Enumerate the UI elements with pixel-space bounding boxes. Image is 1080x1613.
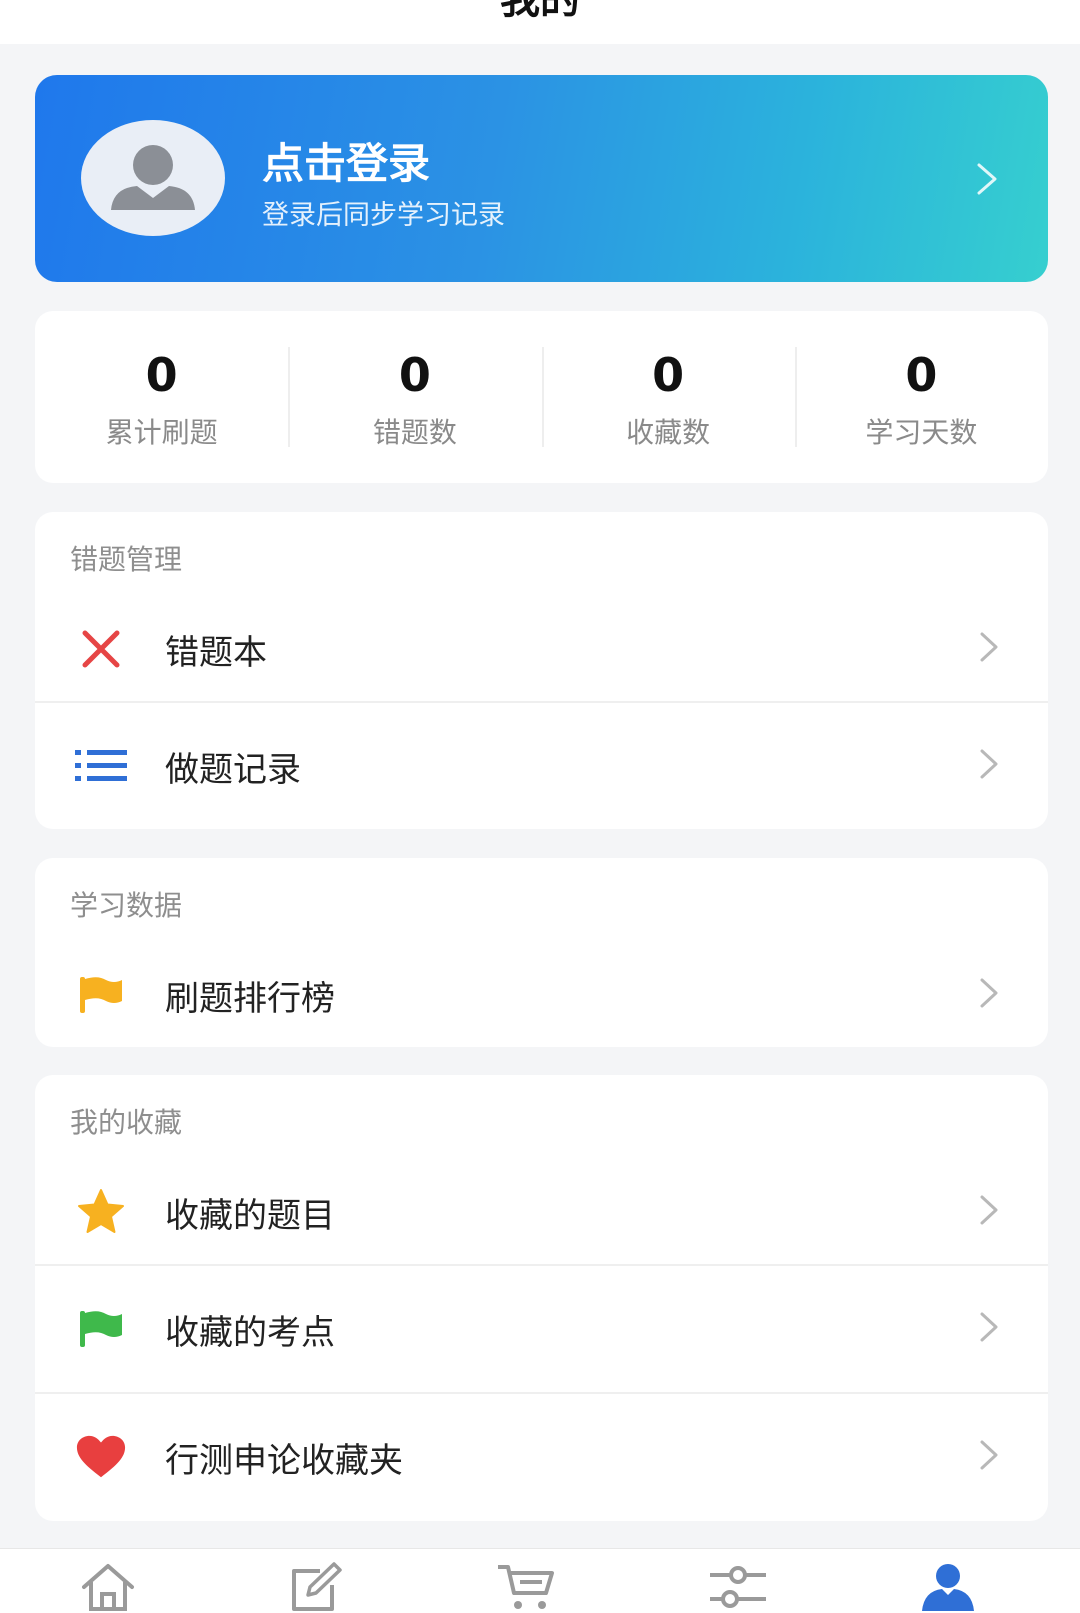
chevron-right-icon [978,748,1000,784]
menu-item-essay-favorites[interactable]: 行测申论收藏夹 [35,1392,1048,1520]
menu-item-label: 刷题排行榜 [165,978,335,1019]
chevron-right-icon [974,161,1000,201]
tab-practice[interactable] [284,1561,344,1613]
avatar [81,120,225,236]
stat-study-days[interactable]: 0 学习天数 [794,311,1048,483]
home-icon [82,1564,134,1611]
stat-value: 0 [398,348,431,402]
section-title: 我的收藏 [70,1106,183,1139]
heart-icon [75,1431,127,1483]
tab-shop[interactable] [496,1561,556,1613]
stat-label: 累计刷题 [105,416,218,449]
tab-tools[interactable] [708,1561,768,1613]
stat-value: 0 [145,348,178,402]
stats-panel: 0 累计刷题 0 错题数 0 收藏数 0 学习天数 [35,311,1048,483]
stat-label: 学习天数 [865,416,978,449]
stat-value: 0 [652,348,685,402]
avatar-user-icon [111,145,195,210]
edit-icon [292,1562,342,1611]
section-title: 学习数据 [70,889,183,922]
menu-item-label: 做题记录 [165,749,301,790]
wrong-management-card: 错题管理 错题本 做题记录 [35,512,1048,829]
menu-item-leaderboard[interactable]: 刷题排行榜 [35,943,1048,1047]
stat-label: 收藏数 [626,416,711,449]
login-title: 点击登录 [262,139,431,188]
menu-item-favorite-questions[interactable]: 收藏的题目 [35,1160,1048,1264]
tab-mine[interactable] [918,1561,978,1613]
close-x-icon [75,623,127,675]
menu-item-practice-history[interactable]: 做题记录 [35,701,1048,829]
study-data-card: 学习数据 刷题排行榜 [35,858,1048,1047]
menu-item-favorite-keypoints[interactable]: 收藏的考点 [35,1264,1048,1392]
chevron-right-icon [978,1311,1000,1347]
page-title: 我的 [500,0,580,23]
stat-label: 错题数 [372,416,457,449]
user-icon [922,1564,974,1611]
menu-item-wrong-book[interactable]: 错题本 [35,597,1048,701]
login-card[interactable]: 点击登录 登录后同步学习记录 [35,75,1048,282]
stat-total-practiced[interactable]: 0 累计刷题 [35,311,288,483]
star-icon [75,1186,127,1238]
favorites-card: 我的收藏 收藏的题目 收藏的考点 行测申论收藏夹 [35,1075,1048,1521]
chevron-right-icon [978,1194,1000,1230]
tab-home[interactable] [78,1561,138,1613]
stat-favorites-count[interactable]: 0 收藏数 [541,311,795,483]
menu-item-label: 收藏的考点 [165,1312,335,1353]
chevron-right-icon [978,631,1000,667]
cart-icon [498,1565,554,1609]
section-title: 错题管理 [70,543,183,576]
menu-item-label: 错题本 [165,632,267,673]
top-bar: 我的 [0,0,1080,44]
stat-value: 0 [905,348,938,402]
bottom-tab-bar [0,1548,1080,1613]
flag-icon [75,1303,127,1355]
list-icon [75,740,127,792]
menu-item-label: 行测申论收藏夹 [165,1440,403,1481]
chevron-right-icon [978,977,1000,1013]
login-subtitle: 登录后同步学习记录 [262,200,505,231]
stat-wrong-count[interactable]: 0 错题数 [288,311,541,483]
settings-sliders-icon [710,1566,766,1608]
menu-item-label: 收藏的题目 [165,1195,335,1236]
chevron-right-icon [978,1439,1000,1475]
flag-icon [75,969,127,1021]
